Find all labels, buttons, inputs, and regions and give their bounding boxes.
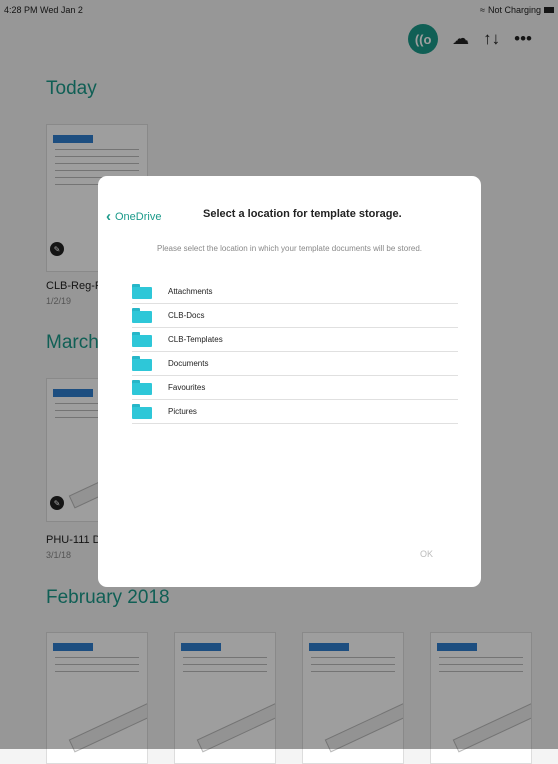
folder-icon — [132, 332, 152, 347]
folder-label: Attachments — [168, 287, 213, 296]
folder-item-attachments[interactable]: Attachments — [132, 280, 458, 304]
folder-label: Pictures — [168, 407, 197, 416]
modal-subtitle: Please select the location in which your… — [156, 244, 423, 253]
folder-label: Documents — [168, 359, 209, 368]
folder-icon — [132, 308, 152, 323]
back-button[interactable]: ‹ OneDrive — [106, 208, 161, 225]
folder-item-favourites[interactable]: Favourites — [132, 376, 458, 400]
chevron-left-icon: ‹ — [106, 208, 111, 225]
folder-item-pictures[interactable]: Pictures — [132, 400, 458, 424]
back-label: OneDrive — [115, 210, 162, 223]
folder-label: CLB-Templates — [168, 335, 223, 344]
folder-icon — [132, 284, 152, 299]
folder-item-clb-docs[interactable]: CLB-Docs — [132, 304, 458, 328]
folder-item-clb-templates[interactable]: CLB-Templates — [132, 328, 458, 352]
folder-label: CLB-Docs — [168, 311, 205, 320]
folder-label: Favourites — [168, 383, 206, 392]
folder-icon — [132, 380, 152, 395]
location-picker-modal: ‹ OneDrive Select a location for templat… — [98, 176, 481, 587]
folder-icon — [132, 356, 152, 371]
folder-item-documents[interactable]: Documents — [132, 352, 458, 376]
folder-icon — [132, 404, 152, 419]
modal-title: Select a location for template storage. — [203, 208, 402, 220]
folder-list: Attachments CLB-Docs CLB-Templates Docum… — [132, 280, 458, 424]
ok-button[interactable]: OK — [420, 549, 433, 559]
